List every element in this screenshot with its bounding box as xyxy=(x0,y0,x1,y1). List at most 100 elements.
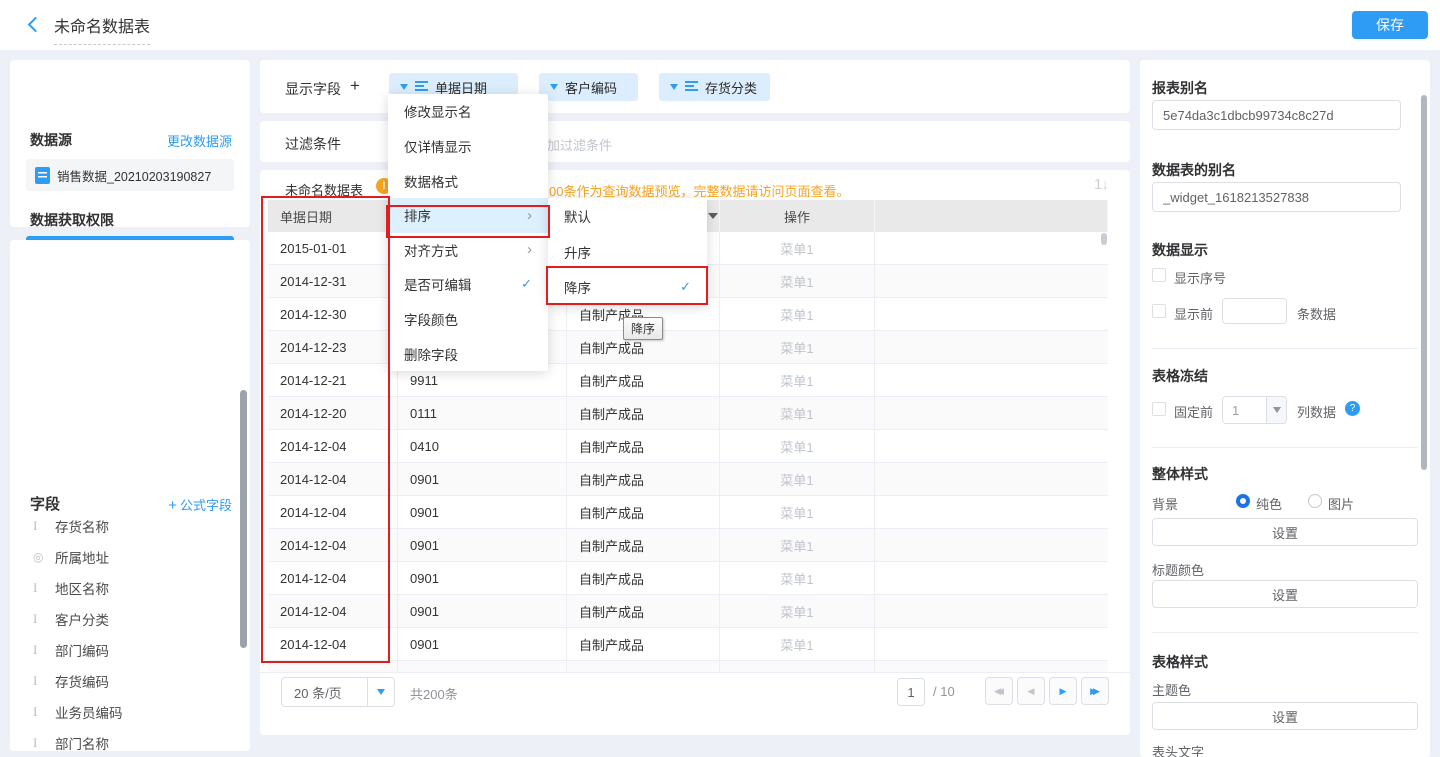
show-first-checkbox[interactable] xyxy=(1152,304,1166,318)
last-page-button[interactable] xyxy=(1081,677,1109,705)
cell-action-link[interactable]: 菜单1 xyxy=(720,628,875,661)
menu-item-label: 删除字段 xyxy=(404,344,532,364)
sort-lines-icon xyxy=(685,81,698,93)
submenu-item[interactable]: 默认 › ✓ xyxy=(548,198,707,234)
table-sort-icon[interactable]: 1↓ xyxy=(1094,176,1108,193)
cell-category: 自制产成品 xyxy=(567,595,720,628)
column-caret-down-icon[interactable] xyxy=(708,213,718,219)
table-scrollbar[interactable] xyxy=(1101,233,1107,245)
cell-action-link[interactable]: 菜单1 xyxy=(720,232,875,265)
cell-date: 2014-12-04 xyxy=(268,628,398,661)
pagination-total-pages: / 10 xyxy=(933,684,955,699)
cell-date: 2014-12-04 xyxy=(268,529,398,562)
help-icon[interactable]: ? xyxy=(1345,401,1360,416)
show-first-count-input[interactable] xyxy=(1222,298,1287,324)
table-row: 2014-12-04 0901 自制产成品 菜单1 xyxy=(268,496,1108,529)
cell-action-link[interactable]: 菜单1 xyxy=(720,298,875,331)
field-chip-label: 存货分类 xyxy=(705,78,757,97)
cell-action-link[interactable]: 菜单1 xyxy=(720,397,875,430)
cell-action-link[interactable]: 菜单1 xyxy=(720,430,875,463)
field-list-item[interactable]: 所属地址 xyxy=(10,541,250,572)
field-label: 地区名称 xyxy=(55,578,109,598)
data-display-label: 数据显示 xyxy=(1152,240,1208,260)
cell-empty xyxy=(875,397,1108,430)
report-alias-input[interactable] xyxy=(1152,100,1401,130)
prev-page-button[interactable] xyxy=(1017,677,1045,705)
next-page-button[interactable] xyxy=(1049,677,1077,705)
field-label: 部门编码 xyxy=(55,640,109,660)
cell-action-link[interactable]: 菜单1 xyxy=(720,595,875,628)
menu-item[interactable]: 是否可编辑 › ✓ xyxy=(388,267,548,302)
cell-action-link[interactable]: 菜单1 xyxy=(720,331,875,364)
field-list-item[interactable]: 地区名称 xyxy=(10,572,250,603)
report-alias-label: 报表别名 xyxy=(1152,78,1208,98)
cell-empty xyxy=(875,430,1108,463)
field-type-icon xyxy=(33,580,55,596)
field-list-item[interactable]: 部门编码 xyxy=(10,634,250,665)
cell-action-link[interactable]: 菜单1 xyxy=(720,463,875,496)
menu-item[interactable]: 删除字段 › ✓ xyxy=(388,336,548,371)
freeze-prefix: 固定前 xyxy=(1174,402,1213,421)
caret-down-icon xyxy=(1273,407,1281,413)
submenu-item[interactable]: 降序 › ✓ xyxy=(548,269,707,305)
field-list-item[interactable]: 部门名称 xyxy=(10,727,250,751)
title-color-set-button[interactable]: 设置 xyxy=(1152,580,1418,608)
add-formula-field-link[interactable]: +公式字段 xyxy=(168,495,232,514)
field-list-item[interactable]: 存货名称 xyxy=(10,516,250,541)
page-title: 未命名数据表 xyxy=(54,13,150,45)
cell-action-link[interactable]: 菜单1 xyxy=(720,529,875,562)
file-icon xyxy=(35,167,50,184)
menu-item-label: 仅详情显示 xyxy=(404,136,532,156)
cell-empty xyxy=(875,496,1108,529)
change-datasource-link[interactable]: 更改数据源 xyxy=(167,131,232,150)
caret-section xyxy=(1266,397,1286,423)
theme-color-label: 主题色 xyxy=(1152,680,1191,699)
cell-action-link[interactable]: 菜单1 xyxy=(720,496,875,529)
column-header-date[interactable]: 单据日期 xyxy=(268,200,398,232)
settings-scrollbar[interactable] xyxy=(1421,95,1427,470)
field-context-menu: 修改显示名 › ✓ 仅详情显示 › ✓ 数据格式 › ✓ 排序 › ✓ 对齐方式… xyxy=(388,94,548,371)
background-set-button[interactable]: 设置 xyxy=(1152,518,1418,546)
fields-scrollbar[interactable] xyxy=(240,390,247,648)
image-label: 图片 xyxy=(1328,494,1354,513)
freeze-count-select[interactable]: 1 xyxy=(1222,396,1287,424)
datasource-file[interactable]: 销售数据_20210203190827 xyxy=(26,159,234,191)
menu-item[interactable]: 排序 › ✓ xyxy=(388,198,548,233)
page-size-select[interactable]: 20 条/页 xyxy=(281,677,395,707)
caret-down-icon xyxy=(670,84,678,90)
table-alias-label: 数据表的别名 xyxy=(1152,160,1236,180)
menu-item[interactable]: 修改显示名 › ✓ xyxy=(388,94,548,129)
field-chip[interactable]: 客户编码 xyxy=(539,73,638,101)
table-row: 2014-12-04 0410 自制产成品 菜单1 xyxy=(268,430,1108,463)
field-list-item[interactable]: 业务员编码 xyxy=(10,696,250,727)
cell-action-link[interactable]: 菜单1 xyxy=(720,562,875,595)
cell-action-link[interactable]: 菜单1 xyxy=(720,265,875,298)
first-page-button[interactable] xyxy=(985,677,1013,705)
field-type-icon xyxy=(33,673,55,689)
save-button[interactable]: 保存 xyxy=(1352,11,1428,39)
field-chip[interactable]: 存货分类 xyxy=(659,73,770,101)
show-index-checkbox[interactable] xyxy=(1152,268,1166,282)
field-list-item[interactable]: 存货编码 xyxy=(10,665,250,696)
field-list-item[interactable]: 客户分类 xyxy=(10,603,250,634)
menu-item[interactable]: 仅详情显示 › ✓ xyxy=(388,129,548,164)
menu-item-label: 是否可编辑 xyxy=(404,274,521,294)
image-radio[interactable] xyxy=(1308,494,1322,508)
solid-color-radio[interactable] xyxy=(1236,494,1250,508)
submenu-item[interactable]: 升序 › ✓ xyxy=(548,234,707,270)
menu-item[interactable]: 字段颜色 › ✓ xyxy=(388,302,548,337)
theme-color-set-button[interactable]: 设置 xyxy=(1152,702,1418,730)
cell-empty xyxy=(875,463,1108,496)
menu-item[interactable]: 数据格式 › ✓ xyxy=(388,163,548,198)
menu-item[interactable]: 对齐方式 › ✓ xyxy=(388,233,548,268)
freeze-checkbox[interactable] xyxy=(1152,402,1166,416)
column-header-action[interactable]: 操作 xyxy=(720,200,875,232)
add-display-field-icon[interactable]: + xyxy=(350,76,360,96)
field-label: 存货编码 xyxy=(55,671,109,691)
page-number-input[interactable] xyxy=(897,678,925,706)
table-alias-input[interactable] xyxy=(1152,182,1401,212)
back-icon[interactable] xyxy=(28,17,44,33)
cell-action-link[interactable]: 菜单1 xyxy=(720,364,875,397)
cell-date: 2014-12-31 xyxy=(268,265,398,298)
permission-title: 数据获取权限 xyxy=(30,210,114,230)
